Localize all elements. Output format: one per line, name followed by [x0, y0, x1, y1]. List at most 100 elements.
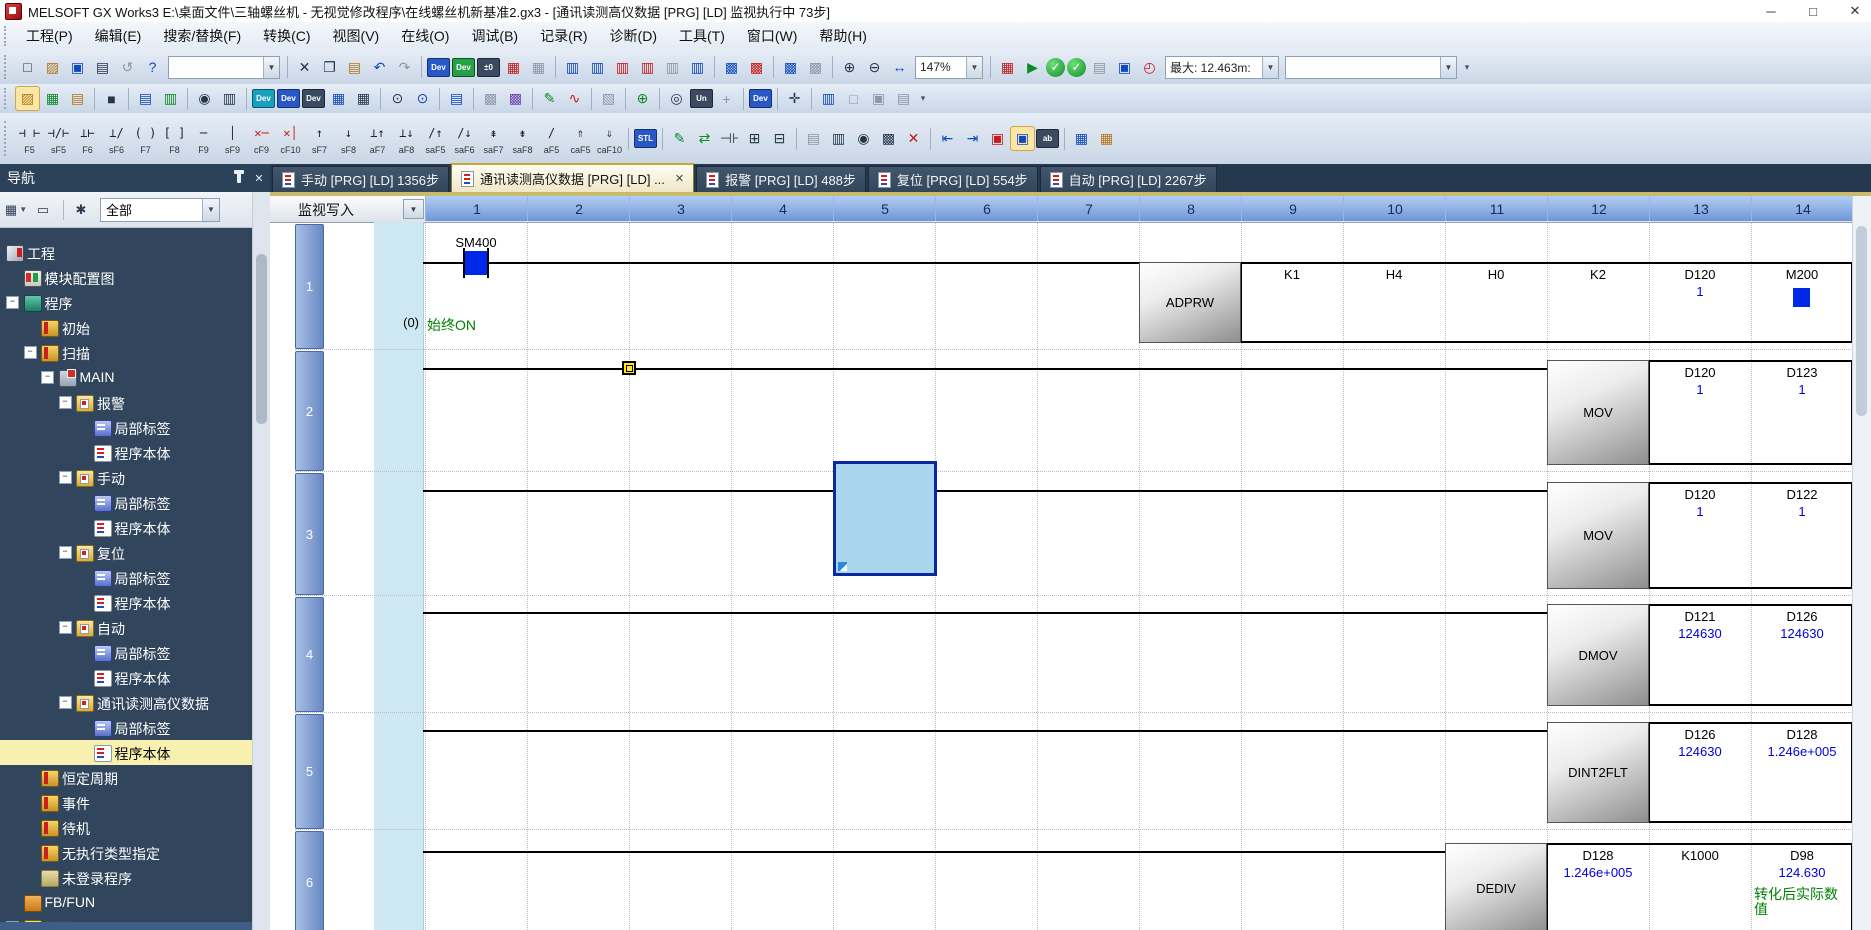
edit-cursor-marker[interactable]: [622, 361, 636, 375]
copy-icon[interactable]: ❐: [318, 56, 341, 79]
scan-time-combo-dropdown-icon[interactable]: ▼: [1262, 57, 1278, 78]
view-detail-icon[interactable]: ▥: [159, 87, 182, 110]
monitor-read-ok-icon[interactable]: ✓: [1067, 58, 1086, 77]
tree-item-15[interactable]: −自动: [0, 615, 270, 640]
close-contact-button[interactable]: ⊣/⊢sF5: [45, 117, 72, 161]
tree-item-13[interactable]: 局部标签: [0, 565, 270, 590]
open-contact-button[interactable]: ⊣ ⊢F5: [16, 117, 43, 161]
view-list-icon[interactable]: ▤: [134, 87, 157, 110]
tree-expander-icon[interactable]: −: [24, 346, 37, 359]
parameter-icon[interactable]: ▨: [16, 87, 39, 110]
note-icon[interactable]: ✕: [902, 127, 925, 150]
find-in-document-icon[interactable]: ▥: [218, 87, 241, 110]
tree-item-9[interactable]: −手动: [0, 465, 270, 490]
tree-item-14[interactable]: 程序本体: [0, 590, 270, 615]
network-icon[interactable]: ⊕: [631, 87, 654, 110]
screen-gray1-icon[interactable]: □: [842, 87, 865, 110]
navigation-bottom-scrollbar[interactable]: [0, 922, 270, 930]
falling-pulse-button[interactable]: ↓sF8: [335, 117, 362, 161]
device-memory-icon[interactable]: Dev: [452, 58, 475, 77]
tab-0[interactable]: 手动 [PRG] [LD] 1356步: [272, 166, 449, 192]
instruction-block-dint2flt[interactable]: DINT2FLT: [1547, 722, 1649, 823]
print-icon[interactable]: ▤: [91, 56, 114, 79]
fb-gray-icon[interactable]: ▩: [479, 87, 502, 110]
close-branch-button[interactable]: ⊥/sF6: [103, 117, 130, 161]
fade-icon[interactable]: ▧: [597, 87, 620, 110]
vertical-line-button[interactable]: │sF9: [219, 117, 246, 161]
monitor-mode-icon[interactable]: ◉: [852, 127, 875, 150]
insert-row-icon[interactable]: ⇄: [693, 127, 716, 150]
watch-grid-icon[interactable]: ▦: [352, 87, 375, 110]
rising-pulse-branch-button[interactable]: ⊥↑aF7: [364, 117, 391, 161]
project-select-combo-dropdown-icon[interactable]: ▼: [263, 57, 279, 78]
stl-instruction-icon[interactable]: STL: [634, 129, 657, 148]
rung-line[interactable]: [423, 851, 1445, 853]
track-right-icon[interactable]: ⇥: [961, 127, 984, 150]
history-icon[interactable]: ↺: [116, 56, 139, 79]
menu-item-9[interactable]: 工具(T): [668, 22, 736, 50]
menu-item-6[interactable]: 调试(B): [460, 22, 529, 50]
close-navigation-icon[interactable]: ✕: [250, 169, 268, 187]
navigation-vertical-scrollbar[interactable]: [252, 192, 271, 930]
selected-cell[interactable]: [833, 461, 937, 576]
falling-pulse-close-button[interactable]: /↓saF6: [451, 117, 478, 161]
plc-monitor-icon[interactable]: ▥: [686, 56, 709, 79]
monitor-start-icon[interactable]: ▶: [1021, 56, 1044, 79]
undo-icon[interactable]: ↶: [368, 56, 391, 79]
toolbar-overflow-icon[interactable]: ▾: [916, 88, 930, 110]
ladder-gray-icon[interactable]: ▦: [527, 56, 550, 79]
read-mode-icon[interactable]: ▤: [802, 127, 825, 150]
write-to-plc-icon[interactable]: ▥: [561, 56, 584, 79]
device-batch-monitor-icon[interactable]: ▩: [745, 56, 768, 79]
unit-chip-icon[interactable]: ■: [100, 87, 123, 110]
tree-filter-dropdown-icon[interactable]: ▼: [202, 199, 219, 221]
rung-line[interactable]: [423, 612, 1547, 614]
tree-item-1[interactable]: 模块配置图: [0, 265, 270, 290]
tree-filter-combo[interactable]: 全部 ▼: [100, 198, 220, 222]
rising-pulse-button[interactable]: ↑sF7: [306, 117, 333, 161]
tree-item-11[interactable]: 程序本体: [0, 515, 270, 540]
zoom-level-combo-dropdown-icon[interactable]: ▼: [966, 57, 982, 78]
tab-4[interactable]: 自动 [PRG] [LD] 2267步: [1040, 166, 1217, 192]
screen-gray3-icon[interactable]: ▤: [892, 87, 915, 110]
contact-energized-fill[interactable]: [465, 251, 487, 275]
fb-color-icon[interactable]: ▩: [504, 87, 527, 110]
scan-watch-icon[interactable]: ◴: [1138, 56, 1161, 79]
tree-item-22[interactable]: 事件: [0, 790, 270, 815]
display-setting-icon[interactable]: ▦: [996, 56, 1019, 79]
rung-line[interactable]: [423, 730, 1547, 732]
device-comment-icon[interactable]: Dev: [427, 58, 450, 77]
tree-item-4[interactable]: −扫描: [0, 340, 270, 365]
device-test-red-icon[interactable]: ▣: [986, 127, 1009, 150]
scan-time-combo[interactable]: 最大: 12.463m:▼: [1165, 56, 1279, 79]
device-test-blue-icon[interactable]: ▣: [1011, 127, 1034, 150]
device-initial-icon[interactable]: ±0: [477, 58, 500, 77]
rising-pulse-close-button[interactable]: /↑saF5: [422, 117, 449, 161]
redo-icon[interactable]: ↷: [393, 56, 416, 79]
tree-item-7[interactable]: 局部标签: [0, 415, 270, 440]
ladder-vertical-scrollbar[interactable]: [1852, 196, 1871, 930]
insert-cell-icon[interactable]: ⊞: [743, 127, 766, 150]
tree-expander-icon[interactable]: −: [59, 471, 72, 484]
tree-item-3[interactable]: 初始: [0, 315, 270, 340]
falling-pulse-close-branch-button[interactable]: ⇟saF8: [509, 117, 536, 161]
new-project-icon[interactable]: □: [16, 56, 39, 79]
document-contents-icon[interactable]: ▤: [445, 87, 468, 110]
coil-op-icon[interactable]: ⊣⊦: [718, 127, 741, 150]
minimize-button[interactable]: ─: [1763, 4, 1779, 19]
menu-item-10[interactable]: 窗口(W): [736, 22, 809, 50]
close-button[interactable]: ✕: [1847, 3, 1863, 19]
function-select-combo[interactable]: ▼: [1285, 56, 1457, 79]
edit-pencil-icon[interactable]: ✎: [538, 87, 561, 110]
menu-item-7[interactable]: 记录(R): [529, 22, 598, 50]
plc-diagnostics-icon[interactable]: ▥: [636, 56, 659, 79]
buffer-access-icon[interactable]: Un: [690, 89, 713, 108]
device-batch-icon[interactable]: Dev: [302, 89, 325, 108]
screen-gray2-icon[interactable]: ▣: [867, 87, 890, 110]
tree-item-20[interactable]: 程序本体: [0, 740, 270, 765]
application-instruction-button[interactable]: [ ]F8: [161, 117, 188, 161]
tree-item-19[interactable]: 局部标签: [0, 715, 270, 740]
instruction-block-dediv[interactable]: DEDIV: [1445, 843, 1547, 930]
device-find-icon[interactable]: Dev: [277, 89, 300, 108]
zoom-out-icon[interactable]: ⊖: [863, 56, 886, 79]
